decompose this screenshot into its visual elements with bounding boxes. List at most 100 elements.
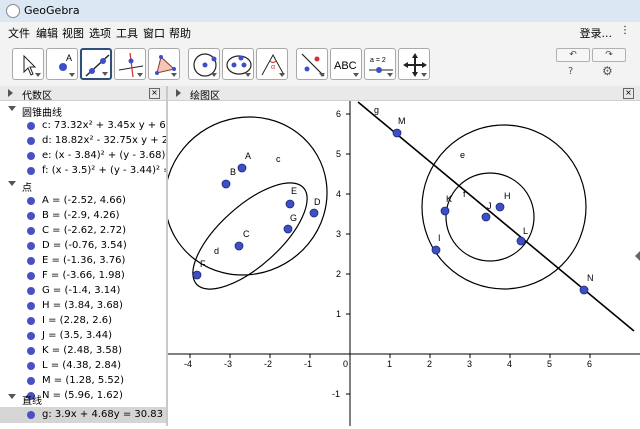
point-B[interactable] xyxy=(221,179,231,189)
login-link[interactable]: 登录... xyxy=(580,25,613,41)
graphics-canvas[interactable]: -4 -3 -2 -1 0 1 2 3 4 5 6 6 5 4 3 2 1 -1 xyxy=(164,101,640,426)
object-definition: H = (3.84, 3.68) xyxy=(42,300,123,311)
visibility-toggle[interactable] xyxy=(27,227,35,235)
label-N: N xyxy=(587,273,594,283)
svg-text:ABC: ABC xyxy=(334,60,357,72)
polygon-tool-button[interactable] xyxy=(148,48,180,80)
algebra-item-F[interactable]: F = (-3.66, 1.98) xyxy=(0,268,166,284)
point-H[interactable] xyxy=(495,202,505,212)
menu-help[interactable]: 帮助 xyxy=(169,25,191,41)
point-L[interactable] xyxy=(516,236,526,246)
category-conic[interactable]: 圆锥曲线 xyxy=(8,104,62,119)
menu-view[interactable]: 视图 xyxy=(62,25,84,41)
text-tool-button[interactable]: ABC xyxy=(330,48,362,80)
move-tool-button[interactable] xyxy=(12,48,44,80)
object-definition: E = (-1.36, 3.76) xyxy=(42,255,126,266)
algebra-item-M[interactable]: M = (1.28, 5.52) xyxy=(0,373,166,389)
point-D[interactable] xyxy=(309,208,319,218)
algebra-item-H[interactable]: H = (3.84, 3.68) xyxy=(0,298,166,314)
undo-button[interactable]: ↶ xyxy=(556,48,590,62)
svg-text:A: A xyxy=(66,53,72,63)
point-G[interactable] xyxy=(283,224,293,234)
visibility-toggle[interactable] xyxy=(27,287,35,295)
visibility-toggle[interactable] xyxy=(27,167,35,175)
visibility-toggle[interactable] xyxy=(27,332,35,340)
visibility-toggle[interactable] xyxy=(27,212,35,220)
algebra-item-L[interactable]: L = (4.38, 2.84) xyxy=(0,358,166,374)
point-C[interactable] xyxy=(234,241,244,251)
visibility-toggle[interactable] xyxy=(27,272,35,280)
algebra-item-A[interactable]: A = (-2.52, 4.66) xyxy=(0,193,166,209)
visibility-toggle[interactable] xyxy=(27,257,35,265)
algebra-item-C[interactable]: C = (-2.62, 2.72) xyxy=(0,223,166,239)
algebra-item-g[interactable]: g: 3.9x + 4.68y = 30.83 xyxy=(0,407,166,423)
collapse-triangle-icon[interactable] xyxy=(8,89,13,97)
point-N[interactable] xyxy=(579,285,589,295)
visibility-toggle[interactable] xyxy=(27,302,35,310)
algebra-item-J[interactable]: J = (3.5, 3.44) xyxy=(0,328,166,344)
label-H: H xyxy=(504,191,511,201)
visibility-toggle[interactable] xyxy=(27,197,35,205)
menu-tools[interactable]: 工具 xyxy=(116,25,138,41)
gear-icon[interactable]: ⚙ xyxy=(602,64,613,78)
menu-window[interactable]: 窗口 xyxy=(143,25,165,41)
menu-file[interactable]: 文件 xyxy=(8,25,30,41)
algebra-item-f[interactable]: f: (x - 3.5)² + (y - 3.44)² = 1.06 xyxy=(0,163,166,179)
algebra-item-c[interactable]: c: 73.32x² + 3.45x y + 64.15y xyxy=(0,118,166,134)
visibility-toggle[interactable] xyxy=(27,362,35,370)
svg-text:α: α xyxy=(271,64,275,71)
point-I[interactable] xyxy=(431,245,441,255)
point-tool-button[interactable]: A xyxy=(46,48,78,80)
visibility-toggle[interactable] xyxy=(27,411,35,419)
menu-edit[interactable]: 编辑 xyxy=(36,25,58,41)
algebra-item-G[interactable]: G = (-1.4, 3.14) xyxy=(0,283,166,299)
point-K[interactable] xyxy=(440,206,450,216)
help-icon[interactable]: ? xyxy=(568,66,573,77)
side-panel-toggle-icon[interactable] xyxy=(635,251,640,261)
point-J[interactable] xyxy=(481,212,491,222)
visibility-toggle[interactable] xyxy=(27,377,35,385)
point-F[interactable] xyxy=(192,270,202,280)
conic-d[interactable] xyxy=(176,166,323,307)
visibility-toggle[interactable] xyxy=(27,152,35,160)
perpendicular-tool-button[interactable] xyxy=(114,48,146,80)
angle-tool-button[interactable]: α xyxy=(256,48,288,80)
visibility-toggle[interactable] xyxy=(27,242,35,250)
object-definition: e: (x - 3.84)² + (y - 3.68)² = 3. xyxy=(42,150,168,161)
conic-tool-button[interactable] xyxy=(222,48,254,80)
slider-tool-button[interactable]: a = 2 xyxy=(364,48,396,80)
collapse-triangle-icon[interactable] xyxy=(176,89,181,97)
reflect-tool-button[interactable] xyxy=(296,48,328,80)
algebra-item-I[interactable]: I = (2.28, 2.6) xyxy=(0,313,166,329)
menu-more-icon[interactable]: ⋮ xyxy=(620,25,630,36)
visibility-toggle[interactable] xyxy=(27,122,35,130)
algebra-item-d[interactable]: d: 18.82x² - 32.75x y + 27.31 xyxy=(0,133,166,149)
visibility-toggle[interactable] xyxy=(27,317,35,325)
object-definition: B = (-2.9, 4.26) xyxy=(42,210,120,221)
algebra-item-D[interactable]: D = (-0.76, 3.54) xyxy=(0,238,166,254)
close-icon[interactable]: × xyxy=(623,88,634,99)
label-C: C xyxy=(243,229,250,239)
algebra-item-B[interactable]: B = (-2.9, 4.26) xyxy=(0,208,166,224)
point-E[interactable] xyxy=(285,199,295,209)
graphics-view[interactable]: -4 -3 -2 -1 0 1 2 3 4 5 6 6 5 4 3 2 1 -1 xyxy=(164,101,640,426)
redo-button[interactable]: ↷ xyxy=(592,48,626,62)
object-definition: A = (-2.52, 4.66) xyxy=(42,195,126,206)
line-tool-button[interactable] xyxy=(80,48,112,80)
close-icon[interactable]: × xyxy=(149,88,160,99)
point-M[interactable] xyxy=(392,128,402,138)
x-tick-label: -3 xyxy=(224,359,232,369)
circle-tool-button[interactable] xyxy=(188,48,220,80)
algebra-item-E[interactable]: E = (-1.36, 3.76) xyxy=(0,253,166,269)
label-B: B xyxy=(230,167,236,177)
category-point[interactable]: 点 xyxy=(8,179,32,194)
category-line-header[interactable]: 直线 xyxy=(8,392,42,407)
chevron-down-icon xyxy=(102,72,108,76)
point-A[interactable] xyxy=(237,163,247,173)
visibility-toggle[interactable] xyxy=(27,137,35,145)
algebra-item-K[interactable]: K = (2.48, 3.58) xyxy=(0,343,166,359)
visibility-toggle[interactable] xyxy=(27,347,35,355)
algebra-item-e[interactable]: e: (x - 3.84)² + (y - 3.68)² = 3. xyxy=(0,148,166,164)
move-view-tool-button[interactable] xyxy=(398,48,430,80)
menu-options[interactable]: 选项 xyxy=(89,25,111,41)
